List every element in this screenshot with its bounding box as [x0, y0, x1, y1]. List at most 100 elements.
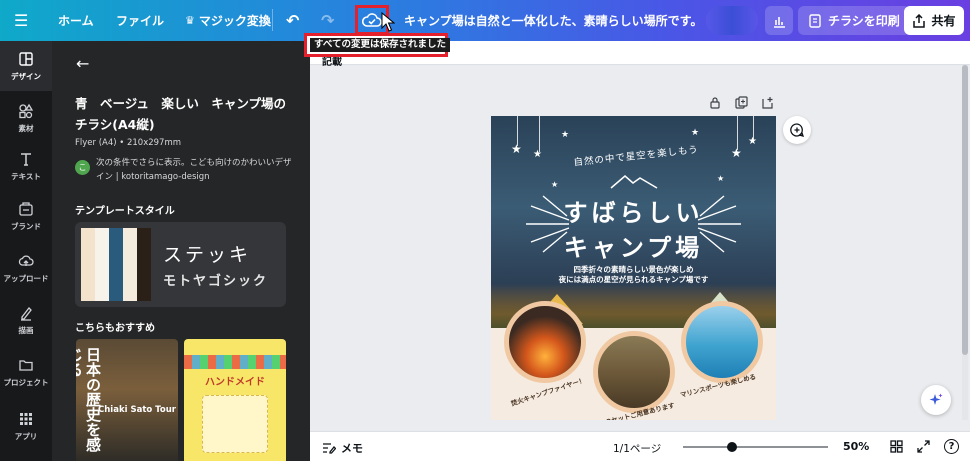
canvas-scrollbar[interactable]	[962, 65, 968, 355]
rail-label: 素材	[18, 123, 34, 133]
rail-item-apps[interactable]: アプリ	[0, 401, 52, 451]
star-icon: ★	[533, 149, 542, 160]
lock-icon[interactable]	[708, 95, 722, 109]
thumb-subtitle: Chiaki Sato Tour	[98, 405, 176, 415]
template-style-card[interactable]: ステッキ モトヤゴシック	[75, 222, 286, 307]
star-icon: ★	[717, 174, 725, 183]
document-title[interactable]: キャンプ場は自然と一体化した、素晴らしい場所です。ここ...	[404, 0, 704, 41]
color-swatch	[123, 228, 137, 301]
rail-item-text[interactable]: テキスト	[0, 141, 52, 191]
divider	[272, 9, 273, 31]
color-swatch	[137, 228, 151, 301]
hanging-line	[737, 116, 738, 150]
menu-icon[interactable]: ☰	[14, 0, 36, 41]
undo-icon[interactable]: ↶	[286, 0, 299, 41]
sparkle-icon	[929, 393, 943, 405]
star-icon: ★	[731, 146, 742, 160]
folder-icon	[19, 359, 33, 371]
flyer-arc-text: 自然の中で星空を楽しもう	[573, 144, 700, 169]
draw-icon	[21, 306, 32, 321]
insights-button[interactable]	[765, 6, 793, 35]
color-swatch	[95, 228, 109, 301]
campfire-photo	[504, 301, 586, 383]
recommended-template-thumb[interactable]: ハンドメイド	[184, 339, 286, 461]
left-rail: デザイン 素材 テキスト ブランド アップロード 描画 プロジェクト アプリ	[0, 41, 52, 461]
author-link[interactable]: 次の条件でさらに表示。こども向けのかわいいデザイン | kotoritamago…	[96, 156, 296, 184]
rail-item-upload[interactable]: アップロード	[0, 243, 52, 293]
flyer-page[interactable]: ★ ★ ★ ★ ★ ★ ★ ★ 自然の中で星空を楽しもう すばらしい キャンプ場…	[491, 116, 776, 420]
comment-add-icon	[790, 123, 805, 137]
cloud-check-icon	[362, 13, 382, 27]
upload-icon	[18, 254, 34, 266]
collaborator-avatar[interactable]	[706, 6, 758, 35]
bbq-photo	[593, 331, 675, 413]
shapes-icon	[19, 103, 34, 118]
back-arrow-icon[interactable]: ←	[76, 54, 89, 73]
page-indicator[interactable]: 1/1ページ	[613, 441, 661, 456]
home-button[interactable]: ホーム	[58, 0, 94, 41]
mouse-cursor-icon	[381, 12, 395, 32]
recommend-heading: こちらもおすすめ	[75, 323, 155, 334]
bar-chart-icon	[774, 16, 785, 28]
star-icon: ★	[551, 180, 559, 189]
share-button[interactable]: 共有	[904, 6, 964, 35]
rail-item-brand[interactable]: ブランド	[0, 191, 52, 241]
rail-item-elements[interactable]: 素材	[0, 93, 52, 143]
template-style-heading: テンプレートスタイル	[75, 206, 175, 217]
crown-icon: ♛	[185, 14, 195, 27]
bottom-bar: メモ 1/1ページ 50% ?	[310, 431, 970, 461]
add-page-icon[interactable]	[760, 95, 774, 109]
zoom-level[interactable]: 50%	[843, 440, 869, 453]
magic-switch-label: マジック変換	[198, 14, 271, 28]
hanging-line	[539, 116, 540, 152]
magic-switch-button[interactable]: ♛ マジック変換	[185, 0, 271, 41]
rail-item-draw[interactable]: 描画	[0, 295, 52, 345]
zoom-slider-track[interactable]	[683, 446, 828, 448]
rail-label: プロジェクト	[3, 377, 49, 387]
grid-view-icon[interactable]	[889, 439, 904, 454]
layout-icon	[19, 51, 33, 66]
save-tooltip-highlight: すべての変更は保存されました	[304, 33, 450, 57]
text-icon	[21, 152, 31, 166]
rail-label: 描画	[18, 325, 34, 335]
rail-item-projects[interactable]: プロジェクト	[0, 347, 52, 397]
notes-icon	[323, 443, 336, 454]
brand-icon	[19, 201, 33, 216]
zoom-slider-handle[interactable]	[727, 442, 738, 452]
duplicate-page-icon[interactable]	[734, 95, 748, 109]
color-swatch	[109, 228, 123, 301]
file-menu-button[interactable]: ファイル	[116, 0, 164, 41]
star-icon: ★	[511, 142, 522, 156]
font-sample-primary: ステッキ	[163, 244, 252, 266]
thumb-title: 日本の歴史を感じる	[76, 347, 102, 452]
save-status-tooltip: すべての変更は保存されました	[310, 38, 450, 52]
star-icon: ★	[561, 130, 570, 140]
template-details-panel: ← 青 ベージュ 楽しい キャンプ場のチラシ(A4縦) Flyer (A4) •…	[52, 41, 310, 461]
magic-assistant-button[interactable]	[921, 385, 951, 415]
bunting-decoration	[184, 355, 286, 369]
notes-button[interactable]: メモ	[322, 440, 363, 456]
author-avatar[interactable]: こ	[75, 160, 90, 175]
print-flyer-label: チラシを印刷	[828, 14, 900, 28]
mountain-icon	[610, 175, 658, 189]
top-bar: ☰ ホーム ファイル ♛ マジック変換 ↶ ↷ キャンプ場は自然と一体化した、素…	[0, 0, 970, 41]
print-flyer-button[interactable]: チラシを印刷	[798, 6, 910, 35]
rail-label: テキスト	[11, 171, 41, 181]
recommended-template-thumb[interactable]: 日本の歴史を感じる Chiaki Sato Tour	[76, 339, 178, 461]
notes-label: メモ	[341, 442, 363, 455]
add-comment-button[interactable]	[783, 116, 811, 144]
rail-item-design[interactable]: デザイン	[0, 41, 52, 91]
flyer-headline-2: キャンプ場	[563, 234, 704, 262]
template-meta: Flyer (A4) • 210x297mm	[75, 138, 182, 148]
share-label: 共有	[931, 14, 956, 28]
star-icon: ★	[748, 136, 757, 147]
thumb-title: ハンドメイド	[205, 377, 265, 388]
help-icon[interactable]: ?	[944, 439, 959, 454]
color-swatch	[81, 228, 95, 301]
rail-label: アップロード	[3, 273, 49, 283]
star-icon: ★	[691, 128, 700, 138]
template-title: 青 ベージュ 楽しい キャンプ場のチラシ(A4縦)	[75, 96, 287, 132]
fullscreen-icon[interactable]	[916, 439, 931, 454]
share-icon	[913, 13, 926, 28]
rail-label: アプリ	[14, 431, 38, 441]
